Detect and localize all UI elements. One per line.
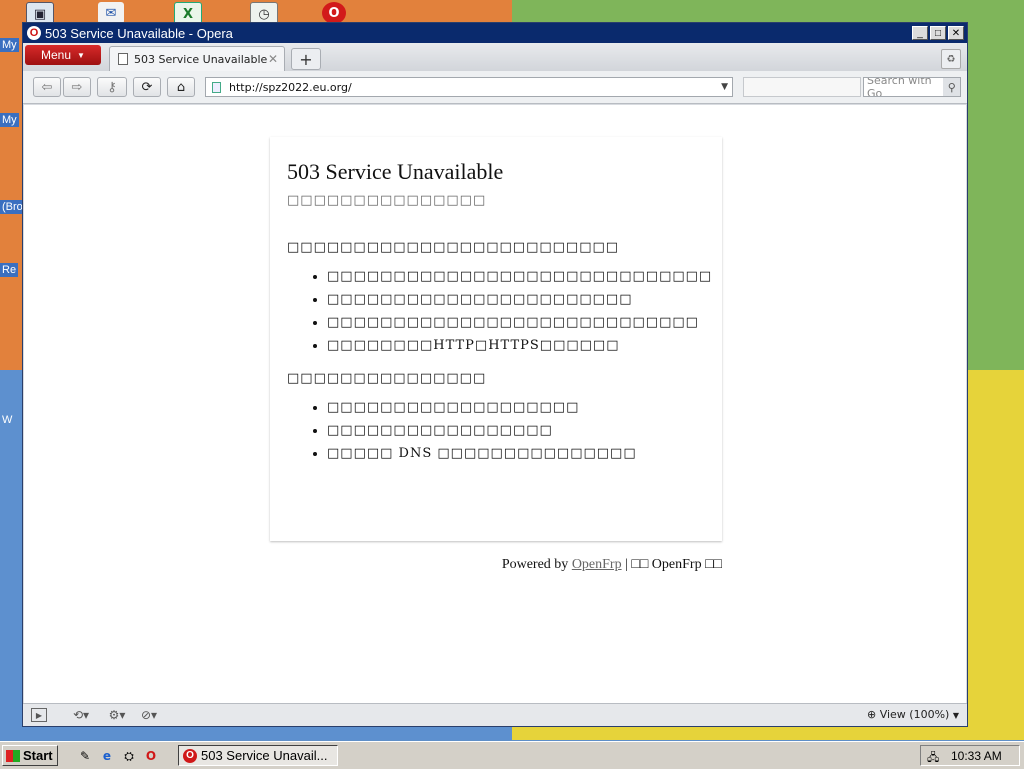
footer-suffix: | □□ OpenFrp □□ bbox=[625, 557, 722, 572]
forward-button[interactable]: ⇨ bbox=[63, 77, 91, 97]
quicklaunch-edit-icon[interactable]: ✎ bbox=[76, 747, 94, 765]
sync-icon[interactable]: ⟲▾ bbox=[69, 708, 93, 722]
list-item: □□□□□□□□□□□□□□□□□ bbox=[327, 423, 705, 438]
page-icon bbox=[118, 53, 128, 65]
quicklaunch-network-icon[interactable]: ⛭ bbox=[120, 747, 138, 765]
window-titlebar[interactable]: O 503 Service Unavailable - Opera _ □ ✕ bbox=[23, 23, 967, 43]
system-tray: 🖧 10:33 AM bbox=[920, 745, 1020, 766]
closed-tabs-trash-icon[interactable]: ♻ bbox=[941, 49, 961, 69]
start-button[interactable]: Start bbox=[2, 745, 58, 766]
zoom-icon: ⊕ bbox=[866, 708, 877, 721]
opera-menu-button[interactable]: Menu ▼ bbox=[25, 45, 101, 65]
list-item: □□□□□□□□HTTP□HTTPS□□□□□□ bbox=[327, 338, 705, 353]
taskbar: Start ✎ e ⛭ O O 503 Service Unavail... 🖧… bbox=[0, 741, 1024, 769]
tray-network-icon[interactable]: 🖧 bbox=[927, 749, 941, 764]
window-title: 503 Service Unavailable - Opera bbox=[45, 25, 233, 41]
clock: 10:33 AM bbox=[951, 748, 1002, 763]
desktop-label-my-2[interactable]: My bbox=[0, 113, 19, 127]
desktop-label-my-1[interactable]: My bbox=[0, 38, 19, 52]
back-button[interactable]: ⇦ bbox=[33, 77, 61, 97]
start-label: Start bbox=[23, 748, 53, 763]
footer-prefix: Powered by bbox=[501, 557, 569, 572]
unite-icon[interactable]: ⚙▾ bbox=[105, 708, 129, 722]
minimize-button[interactable]: _ bbox=[912, 26, 928, 40]
openfrp-link[interactable]: OpenFrp bbox=[572, 557, 622, 572]
search-placeholder: Search with Go bbox=[867, 77, 932, 97]
url-text: http://spz2022.eu.org/ bbox=[229, 80, 352, 94]
toolbar-spacer-field bbox=[743, 77, 861, 97]
address-bar[interactable]: http://spz2022.eu.org/ ▼ bbox=[205, 77, 733, 97]
windows-flag-icon bbox=[6, 749, 20, 762]
opera-window: O 503 Service Unavailable - Opera _ □ ✕ … bbox=[22, 22, 968, 727]
close-window-button[interactable]: ✕ bbox=[948, 26, 964, 40]
opera-logo-icon: O bbox=[183, 748, 197, 763]
desktop-label-w[interactable]: W bbox=[0, 413, 14, 427]
taskbar-item-opera[interactable]: O 503 Service Unavail... bbox=[178, 745, 338, 766]
search-icon[interactable]: ⚲ bbox=[943, 78, 960, 96]
reasons-list: □□□□□□□□□□□□□□□□□□□□□□□□□□□□□ □□□□□□□□□□… bbox=[287, 269, 711, 353]
tab-bar: Menu ▼ 503 Service Unavailable ✕ + ♻ bbox=[23, 43, 967, 71]
quicklaunch-ie-icon[interactable]: e bbox=[98, 747, 116, 765]
page-icon bbox=[212, 81, 221, 93]
chevron-down-icon: ▼ bbox=[952, 711, 959, 720]
panel-toggle-icon[interactable]: ▶ bbox=[31, 708, 47, 722]
reload-button[interactable]: ⟳ bbox=[133, 77, 161, 97]
list-item: □□□□□□□□□□□□□□□□□□□ bbox=[327, 400, 705, 415]
page-footer: Powered by OpenFrp | □□ OpenFrp □□ bbox=[464, 557, 722, 573]
tab-active[interactable]: 503 Service Unavailable ✕ bbox=[109, 46, 285, 71]
quicklaunch-opera-icon[interactable]: O bbox=[142, 747, 160, 765]
home-button[interactable]: ⌂ bbox=[167, 77, 195, 97]
suggestions-list: □□□□□□□□□□□□□□□□□□□ □□□□□□□□□□□□□□□□□ □□… bbox=[287, 400, 705, 461]
turbo-icon[interactable]: ⊘▾ bbox=[137, 708, 161, 722]
menu-label: Menu bbox=[41, 48, 72, 62]
error-card: 503 Service Unavailable □□□□□□□□□□□□□□□ … bbox=[270, 137, 722, 541]
zoom-label: View (100%) bbox=[879, 708, 950, 721]
new-tab-button[interactable]: + bbox=[291, 48, 321, 70]
desktop-label-recycle[interactable]: Re bbox=[0, 263, 19, 277]
intro-text: □□□□□□□□□□□□□□□□□□□□□□□□□ bbox=[287, 240, 620, 255]
search-field[interactable]: Search with Go ⚲ bbox=[863, 77, 961, 97]
task-label: 503 Service Unavail... bbox=[201, 748, 328, 763]
maximize-button[interactable]: □ bbox=[930, 26, 946, 40]
tab-title: 503 Service Unavailable bbox=[134, 52, 268, 66]
page-content: 503 Service Unavailable □□□□□□□□□□□□□□□ … bbox=[24, 105, 966, 705]
suggestion-intro-text: □□□□□□□□□□□□□□□ bbox=[287, 371, 487, 386]
opera-logo-icon: O bbox=[27, 26, 41, 40]
outlook-desktop-icon[interactable]: ✉ bbox=[98, 2, 124, 24]
navigation-toolbar: ⇦ ⇨ ⚷ ⟳ ⌂ http://spz2022.eu.org/ ▼ Searc… bbox=[23, 71, 967, 104]
opera-desktop-icon[interactable]: O bbox=[322, 2, 346, 24]
list-item: □□□□□ DNS □□□□□□□□□□□□□□□ bbox=[327, 446, 705, 461]
chevron-down-icon[interactable]: ▼ bbox=[721, 82, 728, 92]
zoom-control[interactable]: ⊕ View (100%) ▼ bbox=[867, 708, 959, 721]
key-wand-button[interactable]: ⚷ bbox=[97, 77, 127, 97]
page-subtitle: □□□□□□□□□□□□□□□ bbox=[287, 193, 487, 208]
list-item: □□□□□□□□□□□□□□□□□□□□□□□□□□□□□ bbox=[327, 269, 711, 284]
chevron-down-icon: ▼ bbox=[77, 50, 85, 60]
page-title: 503 Service Unavailable bbox=[287, 159, 504, 184]
list-item: □□□□□□□□□□□□□□□□□□□□□□□□□□□□ bbox=[327, 315, 705, 330]
close-tab-icon[interactable]: ✕ bbox=[268, 52, 278, 66]
list-item: □□□□□□□□□□□□□□□□□□□□□□□ bbox=[327, 292, 705, 307]
status-bar: ▶ ⟲▾ ⚙▾ ⊘▾ ⊕ View (100%) ▼ bbox=[23, 703, 967, 726]
